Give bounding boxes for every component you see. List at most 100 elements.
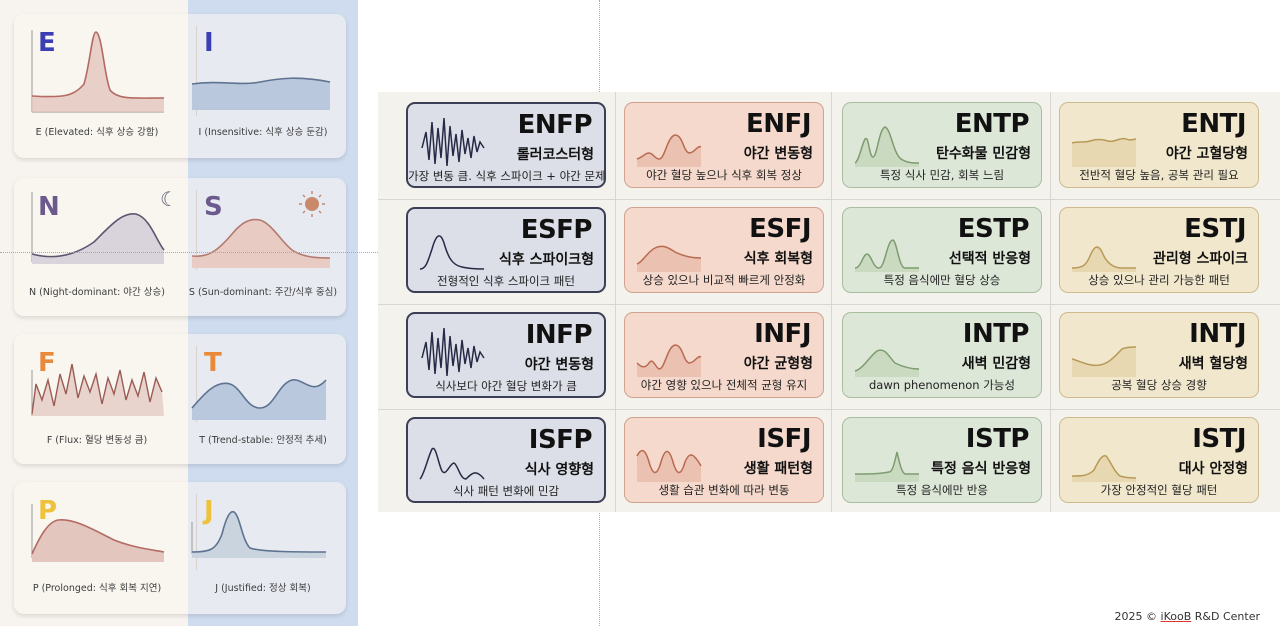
type-name: 탄수화물 민감형 [935, 146, 1031, 162]
type-card-enfj: ENFJ 야간 변동형야간 혈당 높으나 식후 회복 정상 [624, 102, 824, 188]
type-description: 생활 습관 변화에 따라 변동 [658, 483, 790, 497]
glucose-curve-icon [1071, 454, 1137, 482]
glucose-curve-icon [419, 235, 485, 270]
type-name: 선택적 반응형 [948, 251, 1031, 267]
axis-caption-i: I (Insensitive: 식후 상승 둔감) [198, 127, 328, 138]
sun-icon [299, 191, 325, 217]
type-name: 생활 패턴형 [743, 461, 813, 477]
axis-caption-j: J (Justified: 정상 회복) [215, 583, 311, 594]
type-name: 새벽 민감형 [961, 356, 1031, 372]
type-description: 식사 패턴 변화에 민감 [452, 484, 560, 498]
type-code: ESTJ [1184, 214, 1246, 244]
glucose-curve-icon [421, 117, 485, 167]
type-code: ISFP [528, 425, 593, 455]
type-description: 특정 식사 민감, 회복 느림 [879, 168, 1005, 182]
type-card-estp: ESTP 선택적 반응형특정 음식에만 혈당 상승 [842, 207, 1042, 293]
type-code: ISTP [965, 424, 1030, 454]
glucose-curve-icon [636, 245, 702, 272]
type-card-entj: ENTJ 야간 고혈당형전반적 혈당 높음, 공복 관리 필요 [1059, 102, 1259, 188]
type-description: 상승 있으나 비교적 빠르게 안정화 [642, 273, 806, 287]
type-code: INFJ [754, 319, 811, 349]
axis-card-ns: N ☾ N (Night-dominant: 야간 상승) S S (Sun-d… [14, 178, 346, 316]
type-name: 대사 안정형 [1178, 461, 1248, 477]
type-description: 가장 안정적인 혈당 패턴 [1100, 483, 1218, 497]
axis-caption-f: F (Flux: 혈당 변동성 큼) [46, 435, 148, 446]
type-code: ISFJ [757, 424, 811, 454]
type-code: ESFP [520, 215, 593, 245]
glucose-curve-icon [419, 447, 485, 480]
type-card-infj: INFJ 야간 균형형야간 영향 있으나 전체적 균형 유지 [624, 312, 824, 398]
type-card-istj: ISTJ 대사 안정형가장 안정적인 혈당 패턴 [1059, 417, 1259, 503]
glucose-curve-icon [854, 239, 919, 272]
type-grid: ENFP 롤러코스터형가장 변동 큼. 식후 스파이크 + 야간 문제 ENFJ 야간… [378, 92, 1280, 512]
type-card-isfp: ISFP 식사 영향형 식사 패턴 변화에 민감 [406, 417, 606, 503]
type-card-estj: ESTJ 관리형 스파이크상승 있으나 관리 가능한 패턴 [1059, 207, 1259, 293]
type-code: ENTJ [1181, 109, 1246, 139]
type-description: 상승 있으나 관리 가능한 패턴 [1088, 273, 1230, 287]
glucose-curve-icon [636, 344, 702, 377]
type-card-isfj: ISFJ 생활 패턴형생활 습관 변화에 따라 변동 [624, 417, 824, 503]
type-code: ESTP [957, 214, 1030, 244]
type-code: INTJ [1189, 319, 1246, 349]
axis-caption-t: T (Trend-stable: 안정적 추세) [199, 435, 327, 446]
type-description: 공복 혈당 상승 경향 [1111, 378, 1207, 392]
type-description: 가장 변동 큼. 식후 스파이크 + 야간 문제 [408, 169, 606, 183]
axis-legend-panel: E E (Elevated: 식후 상승 강함) I I (Insensitiv… [0, 0, 358, 626]
type-description: 식사보다 야간 혈당 변화가 큼 [435, 379, 577, 393]
type-description: 야간 영향 있으나 전체적 균형 유지 [640, 378, 808, 392]
type-code: INTP [962, 319, 1030, 349]
type-card-enfp: ENFP 롤러코스터형가장 변동 큼. 식후 스파이크 + 야간 문제 [406, 102, 606, 188]
glucose-curve-icon [636, 449, 702, 482]
type-card-istp: ISTP 특정 음식 반응형특정 음식에만 반응 [842, 417, 1042, 503]
curve-night: ☾ [31, 187, 178, 264]
type-code: ENFP [517, 110, 593, 140]
type-description: 야간 혈당 높으나 식후 회복 정상 [646, 168, 802, 182]
copyright: 2025 © iKooB R&D Center [1114, 610, 1260, 623]
axis-caption-n: N (Night-dominant: 야간 상승) [28, 287, 165, 298]
glucose-curve-icon [854, 126, 920, 167]
axis-card-ei: E E (Elevated: 식후 상승 강함) I I (Insensitiv… [14, 14, 346, 158]
glucose-curve-icon [854, 349, 920, 377]
glucose-curve-icon [854, 451, 919, 482]
type-card-esfp: ESFP 식후 스파이크형전형적인 식후 스파이크 패턴 [406, 207, 606, 293]
type-name: 관리형 스파이크 [1152, 251, 1248, 267]
type-name: 야간 변동형 [743, 146, 813, 162]
axis-caption-p: P (Prolonged: 식후 회복 지연) [32, 583, 162, 594]
type-name: 롤러코스터형 [516, 147, 594, 163]
axis-card-pj: P P (Prolonged: 식후 회복 지연) J J (Justified… [14, 482, 346, 614]
type-card-entp: ENTP 탄수화물 민감형특정 식사 민감, 회복 느림 [842, 102, 1042, 188]
curve-prolonged [31, 504, 165, 562]
type-name: 야간 고혈당형 [1165, 146, 1248, 162]
type-description: 전형적인 식후 스파이크 패턴 [437, 274, 575, 288]
type-code: INFP [525, 320, 593, 350]
type-name: 특정 음식 반응형 [931, 461, 1031, 477]
curve-justified [191, 510, 327, 558]
moon-icon: ☾ [160, 187, 178, 211]
type-description: dawn phenomenon 가능성 [869, 378, 1015, 392]
glucose-curve-icon [636, 134, 702, 167]
curve-flux [31, 363, 164, 416]
type-name: 야간 균형형 [743, 356, 813, 372]
type-code: ENFJ [746, 109, 811, 139]
axis-card-ft: F F (Flux: 혈당 변동성 큼) T T (Trend-stable: … [14, 334, 346, 464]
axis-caption-e: E (Elevated: 식후 상승 강함) [35, 127, 159, 138]
glucose-curve-icon [1071, 137, 1137, 167]
type-description: 전반적 혈당 높음, 공복 관리 필요 [1079, 168, 1239, 182]
type-code: ISTJ [1192, 424, 1246, 454]
glucose-curve-icon [421, 327, 485, 377]
type-description: 특정 음식에만 반응 [896, 483, 988, 497]
type-card-intp: INTP 새벽 민감형 dawn phenomenon 가능성 [842, 312, 1042, 398]
type-code: ESFJ [749, 214, 811, 244]
type-name: 식후 스파이크형 [498, 252, 594, 268]
type-description: 특정 음식에만 혈당 상승 [883, 273, 1001, 287]
type-card-esfj: ESFJ 식후 회복형 상승 있으나 비교적 빠르게 안정화 [624, 207, 824, 293]
type-name: 새벽 혈당형 [1178, 356, 1248, 372]
type-name: 야간 변동형 [524, 357, 594, 373]
type-card-infp: INFP 야간 변동형식사보다 야간 혈당 변화가 큼 [406, 312, 606, 398]
curve-insensitive [191, 77, 331, 110]
type-code: ENTP [954, 109, 1030, 139]
glucose-curve-icon [1071, 246, 1136, 272]
curve-sun [191, 191, 331, 268]
type-card-intj: INTJ 새벽 혈당형공복 혈당 상승 경향 [1059, 312, 1259, 398]
axis-caption-s: S (Sun-dominant: 주간/식후 중심) [188, 287, 338, 298]
